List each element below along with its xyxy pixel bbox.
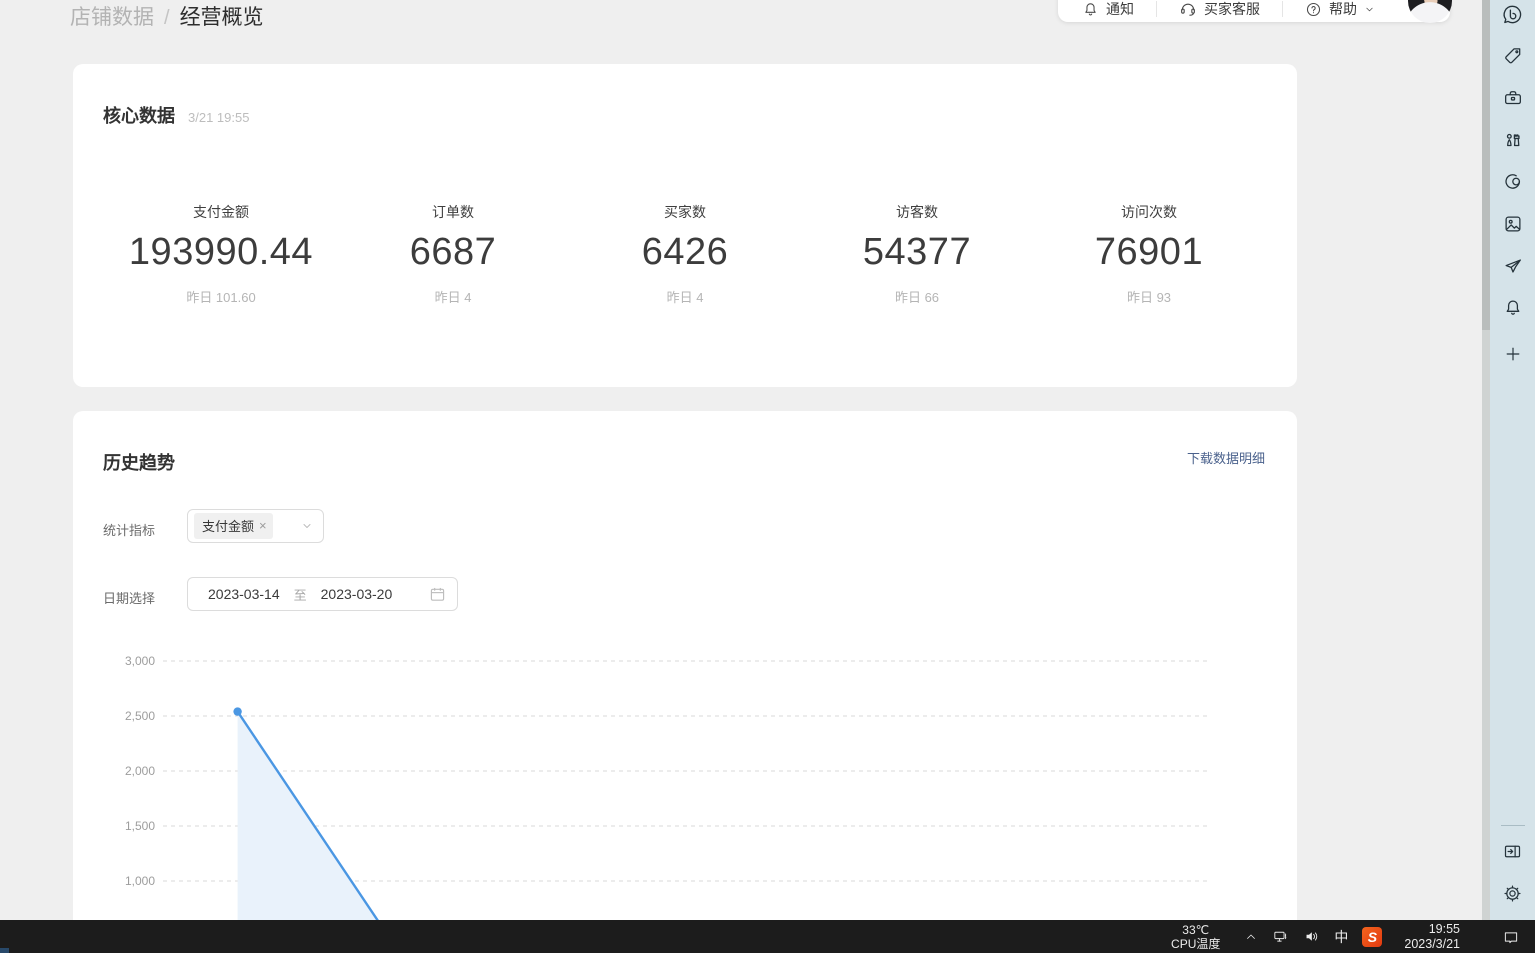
chevron-down-icon [1364, 4, 1375, 15]
volume-icon[interactable] [1296, 920, 1327, 953]
browser-page: 店铺数据 / 经营概览 通知 买家客服 帮助 核心数据 3/21 19:55 支… [0, 0, 1482, 920]
date-filter-label: 日期选择 [103, 588, 155, 607]
metric-value: 54377 [801, 231, 1033, 274]
notifications-button[interactable]: 通知 [1082, 0, 1134, 19]
taskbar-time: 19:55 [1404, 922, 1460, 937]
sogou-letter: S [1368, 929, 1377, 945]
tray-chevron-up-icon[interactable] [1237, 920, 1265, 953]
sidebar-notifications-icon[interactable] [1496, 291, 1530, 325]
metrics-row: 支付金额 193990.44 昨日 101.60 订单数 6687 昨日 4 买… [105, 202, 1265, 306]
date-end-input[interactable]: 2023-03-20 [321, 586, 393, 602]
metric-orders: 订单数 6687 昨日 4 [337, 202, 569, 306]
cpu-temp-label: CPU温度 [1171, 937, 1220, 951]
cpu-temp-widget[interactable]: 33℃ CPU温度 [1164, 920, 1227, 953]
divider [1282, 1, 1283, 17]
edge-sidebar [1490, 0, 1535, 920]
chart-data-point [233, 707, 241, 715]
metric-visits: 访问次数 76901 昨日 93 [1033, 202, 1265, 306]
metric-yesterday: 昨日 66 [801, 287, 1033, 306]
action-center-icon[interactable] [1495, 920, 1527, 953]
notifications-label: 通知 [1106, 0, 1134, 19]
network-icon[interactable] [1265, 920, 1296, 953]
core-data-card: 核心数据 3/21 19:55 支付金额 193990.44 昨日 101.60… [73, 64, 1297, 387]
core-card-title: 核心数据 [103, 102, 175, 128]
metric-label: 访客数 [801, 202, 1033, 222]
selected-metric-tag: 支付金额 × [194, 513, 273, 539]
metric-label: 支付金额 [105, 202, 337, 222]
designer-icon[interactable] [1496, 165, 1530, 199]
games-icon[interactable] [1496, 123, 1530, 157]
breadcrumb: 店铺数据 / 经营概览 [70, 1, 264, 31]
breadcrumb-separator: / [164, 7, 170, 30]
date-to-label: 至 [294, 585, 307, 604]
metric-label: 访问次数 [1033, 202, 1265, 222]
date-range-picker[interactable]: 2023-03-14 至 2023-03-20 [187, 577, 458, 611]
metric-label: 买家数 [569, 202, 801, 222]
metric-value: 76901 [1033, 231, 1265, 274]
metric-visitors: 访客数 54377 昨日 66 [801, 202, 1033, 306]
divider [1156, 1, 1157, 17]
metric-payment-amount: 支付金额 193990.44 昨日 101.60 [105, 202, 337, 306]
image-tools-icon[interactable] [1496, 207, 1530, 241]
breadcrumb-parent[interactable]: 店铺数据 [70, 1, 154, 31]
selected-metric-label: 支付金额 [202, 516, 254, 535]
metric-label: 订单数 [337, 202, 569, 222]
headset-icon [1179, 0, 1197, 18]
help-label: 帮助 [1329, 0, 1357, 19]
page-title: 经营概览 [180, 1, 264, 31]
metric-value: 193990.44 [105, 231, 337, 274]
sogou-icon[interactable]: S [1355, 920, 1389, 953]
metric-select[interactable]: 支付金额 × [187, 509, 324, 543]
vertical-scrollbar[interactable] [1482, 0, 1490, 920]
core-card-timestamp: 3/21 19:55 [188, 110, 249, 125]
scrollbar-thumb[interactable] [1482, 0, 1490, 330]
tag-close-icon[interactable]: × [259, 519, 267, 532]
date-start-input[interactable]: 2023-03-14 [208, 586, 280, 602]
header-actions-bar: 通知 买家客服 帮助 [1058, 0, 1450, 22]
customer-service-label: 买家客服 [1204, 0, 1260, 19]
metric-yesterday: 昨日 4 [337, 287, 569, 306]
metric-yesterday: 昨日 93 [1033, 287, 1265, 306]
open-panel-icon[interactable] [1496, 834, 1530, 868]
add-sidebar-app-icon[interactable] [1496, 337, 1530, 371]
help-circle-icon [1305, 1, 1322, 18]
metric-filter-label: 统计指标 [103, 520, 155, 539]
calendar-icon[interactable] [430, 587, 445, 602]
trend-card-title: 历史趋势 [103, 449, 175, 475]
start-button-fragment[interactable] [0, 948, 9, 953]
toolbox-icon[interactable] [1496, 81, 1530, 115]
metric-yesterday: 昨日 101.60 [105, 287, 337, 306]
metric-buyers: 买家数 6426 昨日 4 [569, 202, 801, 306]
chevron-down-icon [301, 520, 313, 532]
help-button[interactable]: 帮助 [1305, 0, 1375, 19]
trend-chart-svg [103, 645, 1223, 920]
settings-gear-icon[interactable] [1496, 876, 1530, 910]
metric-value: 6687 [337, 231, 569, 274]
cpu-temp-value: 33℃ [1171, 923, 1220, 937]
metric-yesterday: 昨日 4 [569, 287, 801, 306]
bell-icon [1082, 1, 1099, 18]
shopping-tag-icon[interactable] [1496, 39, 1530, 73]
metric-value: 6426 [569, 231, 801, 274]
ime-indicator[interactable]: 中 [1327, 920, 1355, 953]
download-data-link[interactable]: 下载数据明细 [1187, 448, 1265, 467]
bing-chat-icon[interactable] [1496, 0, 1530, 31]
taskbar-date: 2023/3/21 [1404, 937, 1460, 952]
sidebar-divider [1501, 825, 1525, 826]
drop-icon[interactable] [1496, 249, 1530, 283]
taskbar-clock[interactable]: 19:55 2023/3/21 [1397, 920, 1467, 953]
taskbar: 33℃ CPU温度 中 S 19:55 2023/3/21 [0, 920, 1535, 953]
customer-service-button[interactable]: 买家客服 [1179, 0, 1260, 19]
